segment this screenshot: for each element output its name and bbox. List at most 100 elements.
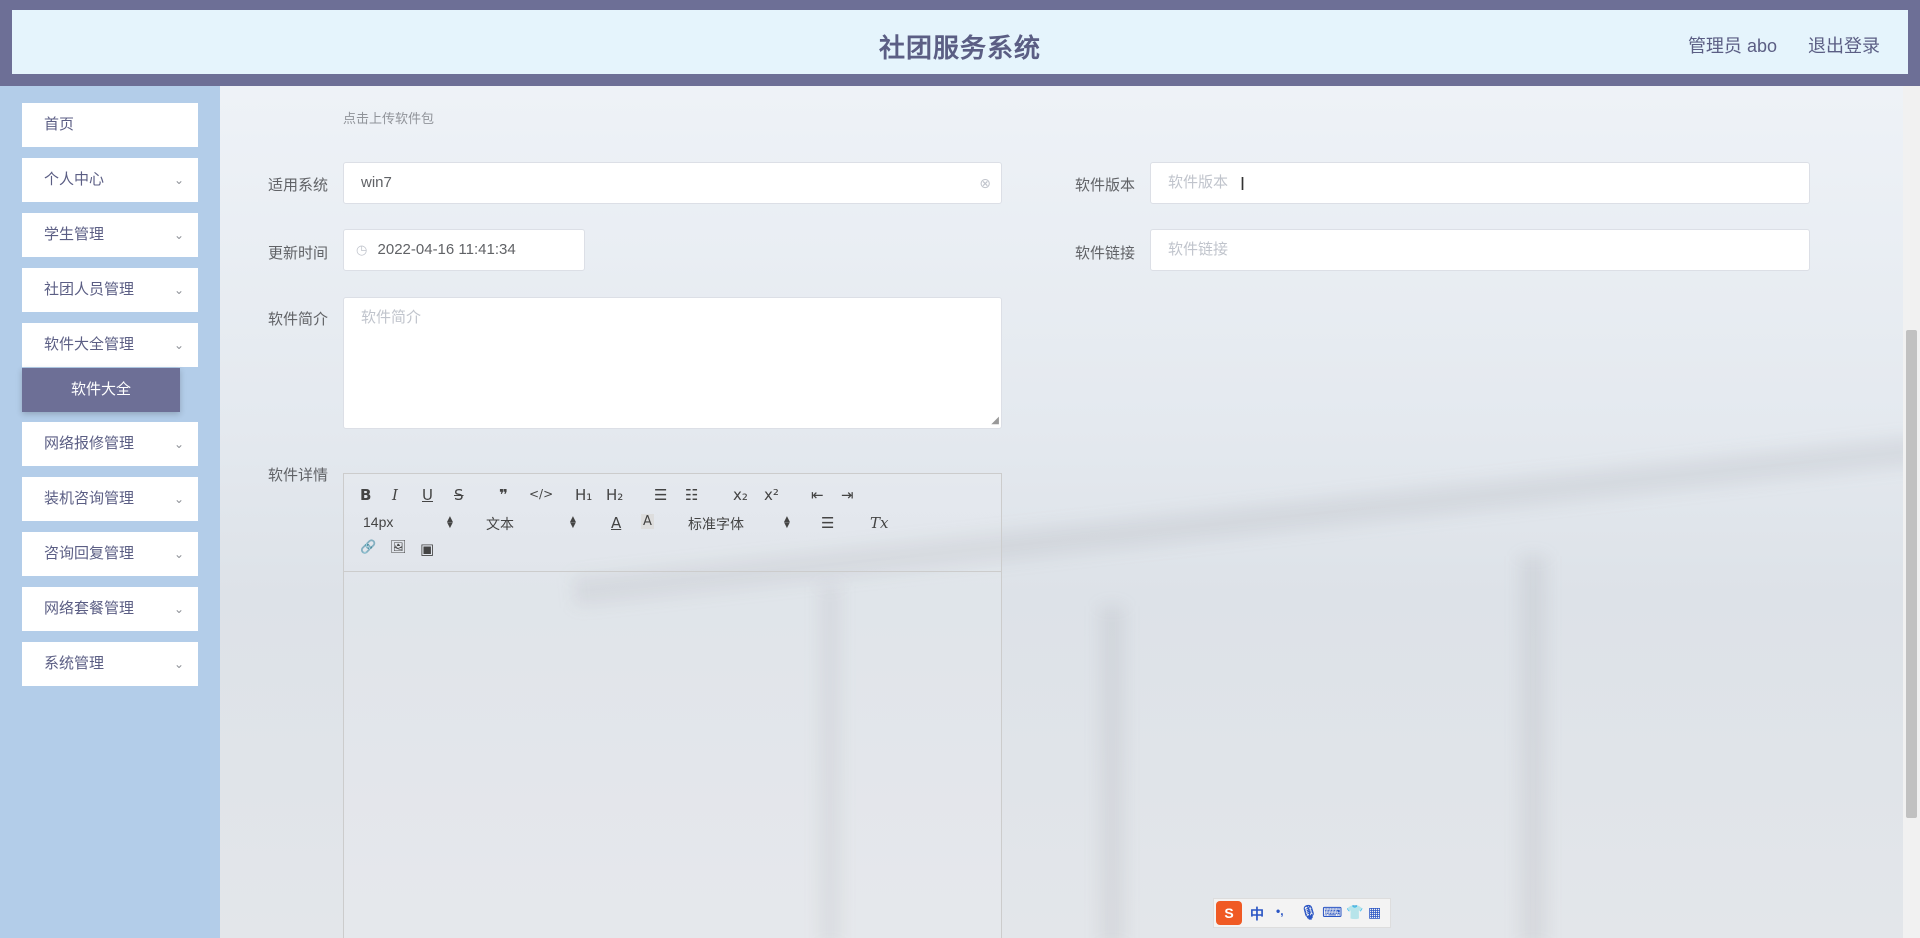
system-input[interactable]: win7 ⊗ (343, 162, 1002, 204)
app-title: 社团服务系统 (878, 33, 1041, 63)
link-input[interactable]: 软件链接 (1150, 229, 1810, 271)
update-time-label: 更新时间 (268, 245, 329, 262)
editor-toolbar: B I U S ❞ </> H₁ H₂ ☰ ☷ x₂ x² ⇤ ⇥ 14px ▲… (344, 474, 1001, 572)
sidebar-item-label: 社团人员管理 (44, 281, 135, 298)
logout-link[interactable]: 退出登录 (1808, 36, 1880, 56)
chevron-down-icon: ⌄ (173, 437, 184, 451)
select-arrows-icon: ▲ ▼ (782, 514, 792, 531)
image-icon[interactable]: 🖼 (390, 540, 407, 555)
underline-icon[interactable]: U (422, 486, 433, 504)
page-scrollbar[interactable] (1903, 86, 1920, 938)
submenu-item-software-all[interactable]: 软件大全 (22, 368, 180, 412)
chevron-down-icon: ⌄ (173, 283, 184, 297)
main-content: 点击上传软件包 适用系统 win7 ⊗ 软件版本 软件版本 I 更新时间 ◷ 2… (220, 86, 1920, 938)
chevron-down-icon: ⌄ (173, 173, 184, 187)
ime-mode-label[interactable]: 中 (1250, 904, 1264, 924)
bullet-list-icon[interactable]: ☷ (685, 486, 698, 504)
sidebar-item-student[interactable]: 学生管理 ⌄ (22, 213, 198, 257)
quote-icon[interactable]: ❞ (499, 486, 508, 504)
strikethrough-icon[interactable]: S (454, 486, 464, 504)
top-header: 社团服务系统 管理员 abo 退出登录 (0, 0, 1920, 86)
sidebar-item-system[interactable]: 系统管理 ⌄ (22, 642, 198, 686)
bold-icon[interactable]: B (360, 486, 371, 504)
link-placeholder: 软件链接 (1168, 241, 1229, 258)
header1-icon[interactable]: H₁ (575, 486, 592, 504)
sidebar-item-label: 个人中心 (44, 171, 105, 188)
chevron-down-icon: ⌄ (173, 338, 184, 352)
chevron-down-icon: ⌄ (173, 657, 184, 671)
align-icon[interactable]: ☰ (821, 514, 834, 532)
sidebar-item-label: 网络套餐管理 (44, 600, 135, 617)
code-icon[interactable]: </> (529, 487, 553, 501)
background-image (1100, 606, 1124, 938)
clear-format-icon[interactable]: Tx (870, 514, 888, 532)
sidebar-item-network-repair[interactable]: 网络报修管理 ⌄ (22, 422, 198, 466)
sidebar-item-label: 装机咨询管理 (44, 490, 135, 507)
font-size-select[interactable]: 14px ▲ ▼ (363, 514, 455, 531)
microphone-icon[interactable]: 🎙 (1300, 904, 1318, 921)
sidebar-item-label: 咨询回复管理 (44, 545, 135, 562)
update-time-value: 2022-04-16 11:41:34 (377, 241, 516, 258)
superscript-icon[interactable]: x² (764, 486, 779, 504)
sidebar-item-consult-reply[interactable]: 咨询回复管理 ⌄ (22, 532, 198, 576)
sidebar-item-label: 学生管理 (44, 226, 105, 243)
scrollbar-thumb[interactable] (1906, 330, 1917, 818)
intro-label: 软件简介 (268, 311, 329, 328)
outdent-icon[interactable]: ⇤ (811, 486, 824, 504)
background-image (1520, 556, 1546, 938)
font-color-icon[interactable]: A (611, 514, 621, 532)
keyboard-icon[interactable]: ⌨ (1322, 904, 1342, 921)
toolbox-icon[interactable]: ▦ (1368, 904, 1381, 921)
sidebar-item-home[interactable]: 首页 (22, 103, 198, 147)
system-input-value: win7 (361, 174, 392, 191)
sidebar-item-install-consult[interactable]: 装机咨询管理 ⌄ (22, 477, 198, 521)
version-input[interactable]: 软件版本 (1150, 162, 1810, 204)
background-color-icon[interactable]: A (641, 514, 654, 529)
ime-punctuation-label[interactable]: •, (1276, 904, 1284, 918)
rich-text-editor[interactable]: B I U S ❞ </> H₁ H₂ ☰ ☷ x₂ x² ⇤ ⇥ 14px ▲… (343, 473, 1002, 938)
update-time-picker[interactable]: ◷ 2022-04-16 11:41:34 (343, 229, 585, 271)
sidebar-item-personal-center[interactable]: 个人中心 ⌄ (22, 158, 198, 202)
ordered-list-icon[interactable]: ☰ (654, 486, 667, 504)
chevron-down-icon: ⌄ (173, 492, 184, 506)
chevron-down-icon: ⌄ (173, 547, 184, 561)
sidebar-item-label: 网络报修管理 (44, 435, 135, 452)
intro-textarea[interactable]: 软件简介 ◢ (343, 297, 1002, 429)
video-icon[interactable]: ▣ (420, 540, 434, 558)
chevron-down-icon: ⌄ (173, 228, 184, 242)
header-select[interactable]: 文本 ▲ ▼ (486, 514, 578, 534)
header2-icon[interactable]: H₂ (606, 486, 623, 504)
chevron-down-icon: ⌄ (173, 602, 184, 616)
system-label: 适用系统 (268, 177, 329, 194)
sidebar-item-label: 软件大全管理 (44, 336, 135, 353)
sidebar-item-software[interactable]: 软件大全管理 ⌄ (22, 323, 198, 367)
upload-tip[interactable]: 点击上传软件包 (343, 108, 434, 127)
header-value: 文本 (486, 516, 514, 532)
font-size-value: 14px (363, 514, 394, 530)
clear-icon[interactable]: ⊗ (979, 163, 991, 203)
font-family-select[interactable]: 标准字体 ▲ ▼ (688, 514, 792, 534)
skin-icon[interactable]: 👕 (1346, 904, 1363, 921)
italic-icon[interactable]: I (392, 486, 398, 504)
text-cursor-icon: I (1240, 174, 1246, 194)
admin-user-label[interactable]: 管理员 abo (1688, 36, 1777, 56)
clock-icon: ◷ (356, 242, 368, 257)
header-bar: 社团服务系统 管理员 abo 退出登录 (12, 10, 1908, 74)
link-label: 软件链接 (1075, 245, 1136, 262)
user-area: 管理员 abo 退出登录 (1662, 32, 1880, 58)
sidebar-item-label: 系统管理 (44, 655, 105, 672)
indent-icon[interactable]: ⇥ (841, 486, 854, 504)
detail-label: 软件详情 (268, 467, 329, 484)
sogou-logo-icon: S (1216, 901, 1242, 925)
intro-placeholder: 软件简介 (361, 309, 422, 326)
select-arrows-icon: ▲ ▼ (445, 514, 455, 531)
sidebar-item-club-members[interactable]: 社团人员管理 ⌄ (22, 268, 198, 312)
version-label: 软件版本 (1075, 177, 1136, 194)
ime-toolbar[interactable]: S 中 •, 🎙 ⌨ 👕 ▦ (1213, 898, 1391, 928)
resize-handle-icon[interactable]: ◢ (991, 415, 999, 426)
select-arrows-icon: ▲ ▼ (568, 514, 578, 531)
link-icon[interactable]: 🔗 (360, 540, 376, 555)
sidebar: 首页 个人中心 ⌄ 学生管理 ⌄ 社团人员管理 ⌄ 软件大全管理 ⌄ 软件大全 … (0, 86, 220, 938)
subscript-icon[interactable]: x₂ (733, 486, 748, 504)
sidebar-item-network-package[interactable]: 网络套餐管理 ⌄ (22, 587, 198, 631)
